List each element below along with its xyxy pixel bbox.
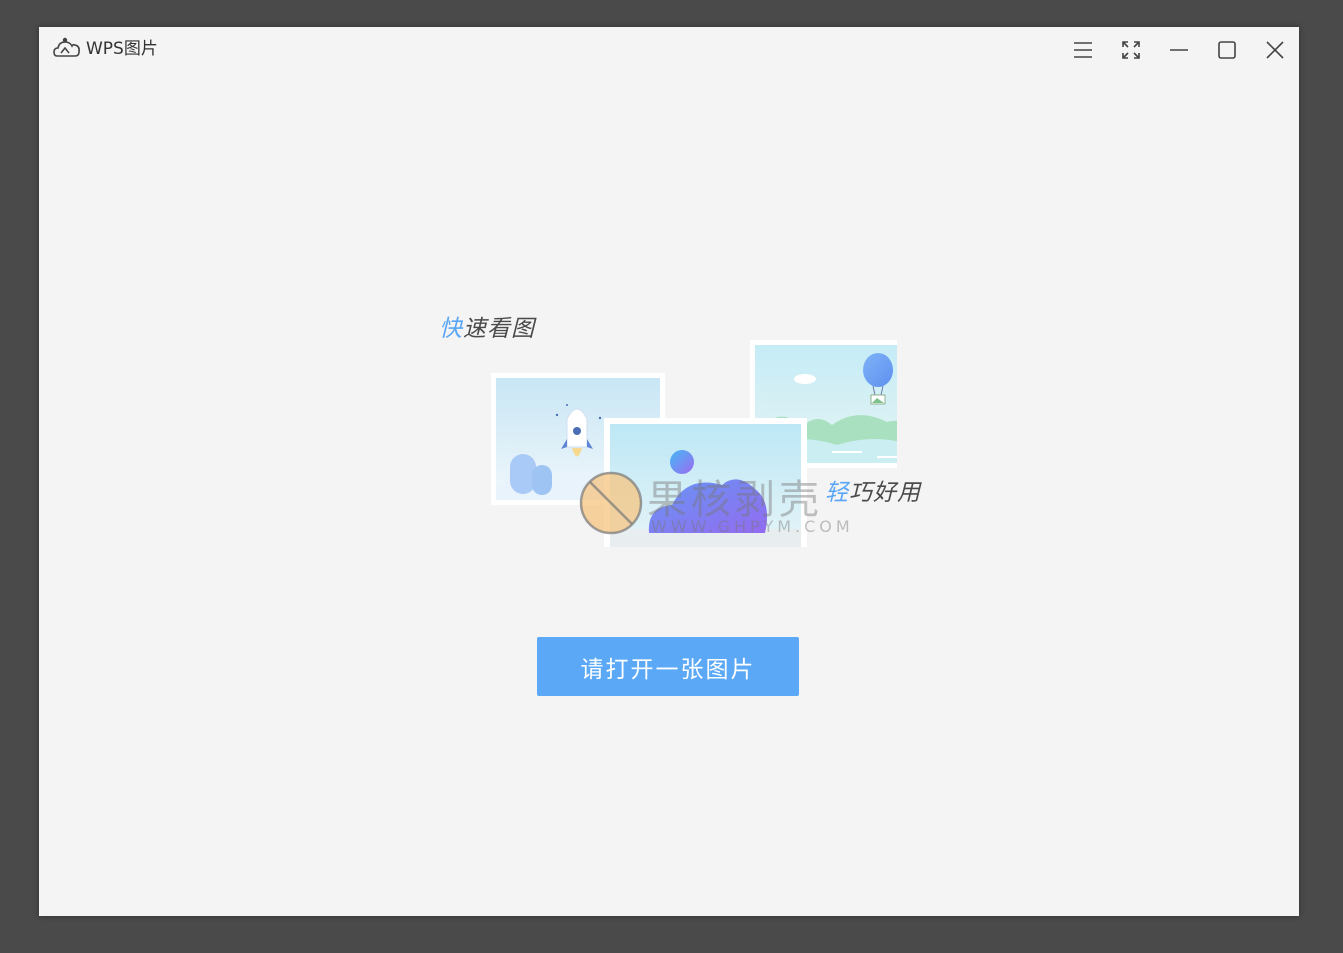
close-icon <box>1266 41 1284 59</box>
watermark-url: WWW.GHPYM.COM <box>651 517 854 536</box>
tagline-lightweight-accent: 轻 <box>825 480 849 506</box>
tagline-lightweight-rest: 巧好用 <box>849 480 921 506</box>
app-title: WPS图片 <box>86 39 158 59</box>
close-button[interactable] <box>1258 35 1292 65</box>
open-image-button[interactable]: 请打开一张图片 <box>537 637 799 696</box>
menu-button[interactable] <box>1066 35 1100 65</box>
tagline-lightweight: 轻巧好用 <box>825 473 921 507</box>
app-window: WPS图片 快速看图 轻巧好用 果核剥壳 WWW.GHPYM.COM 请打开一张… <box>39 27 1299 916</box>
maximize-button[interactable] <box>1210 35 1244 65</box>
hamburger-menu-icon <box>1074 42 1092 58</box>
cloud-camera-icon <box>53 37 80 57</box>
title-bar[interactable]: WPS图片 <box>39 27 1299 73</box>
minimize-button[interactable] <box>1162 35 1196 65</box>
maximize-icon <box>1218 41 1236 59</box>
minimize-icon <box>1170 49 1188 51</box>
welcome-illustration: 快速看图 轻巧好用 果核剥壳 WWW.GHPYM.COM <box>437 307 920 547</box>
fullscreen-button[interactable] <box>1114 35 1148 65</box>
fullscreen-icon <box>1122 41 1140 59</box>
watermark-no-sign-icon <box>579 471 643 535</box>
